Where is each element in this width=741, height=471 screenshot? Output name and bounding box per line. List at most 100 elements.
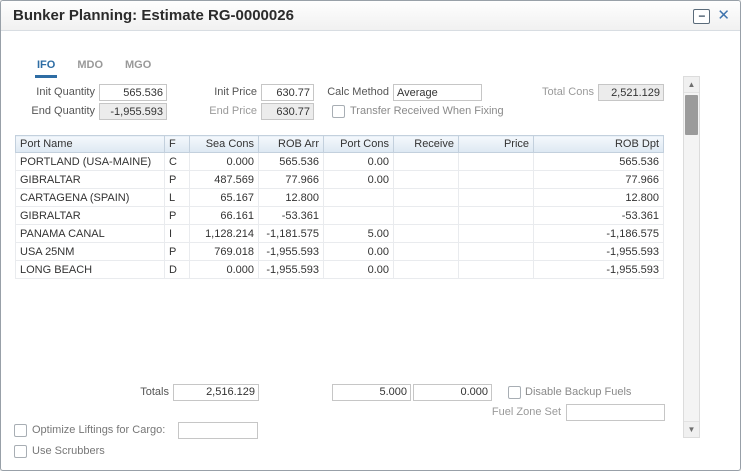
init-quantity-field[interactable] (99, 84, 167, 101)
calc-method-select[interactable] (393, 84, 482, 101)
cell-port-name[interactable]: PORTLAND (USA-MAINE) (16, 153, 165, 171)
cell-rob-dpt[interactable]: -1,955.593 (534, 243, 664, 261)
cell-port-cons[interactable] (324, 189, 394, 207)
table-row[interactable]: LONG BEACHD0.000-1,955.5930.00-1,955.593 (16, 261, 664, 279)
cell-receive[interactable] (394, 243, 459, 261)
cell-rob-arr[interactable]: 565.536 (259, 153, 324, 171)
minimize-button[interactable]: − (693, 9, 710, 24)
cell-sea-cons[interactable]: 65.167 (190, 189, 259, 207)
cell-sea-cons[interactable]: 66.161 (190, 207, 259, 225)
cell-receive[interactable] (394, 171, 459, 189)
tab-mdo[interactable]: MDO (75, 59, 105, 78)
optimize-liftings-label: Optimize Liftings for Cargo: (32, 423, 165, 438)
cell-price[interactable] (459, 189, 534, 207)
fuel-zone-set-field[interactable] (566, 404, 665, 421)
table-row[interactable]: GIBRALTARP66.161-53.361-53.361 (16, 207, 664, 225)
cell-port-cons[interactable]: 0.00 (324, 243, 394, 261)
tab-mgo[interactable]: MGO (123, 59, 153, 78)
scrollbar-track[interactable] (684, 93, 699, 421)
transfer-received-label: Transfer Received When Fixing (350, 104, 504, 119)
totals-receive: 0.000 (413, 384, 492, 401)
cell-rob-dpt[interactable]: -53.361 (534, 207, 664, 225)
disable-backup-fuels-checkbox[interactable] (508, 386, 521, 399)
column-header-sea-cons[interactable]: Sea Cons (190, 136, 259, 153)
cell-f[interactable]: P (165, 207, 190, 225)
table-row[interactable]: USA 25NMP769.018-1,955.5930.00-1,955.593 (16, 243, 664, 261)
cell-sea-cons[interactable]: 487.569 (190, 171, 259, 189)
cell-receive[interactable] (394, 153, 459, 171)
cell-rob-arr[interactable]: -1,955.593 (259, 243, 324, 261)
cell-port-name[interactable]: USA 25NM (16, 243, 165, 261)
cell-receive[interactable] (394, 261, 459, 279)
cell-port-cons[interactable]: 5.00 (324, 225, 394, 243)
cell-port-cons[interactable]: 0.00 (324, 261, 394, 279)
cell-port-cons[interactable] (324, 207, 394, 225)
table-row[interactable]: PORTLAND (USA-MAINE)C0.000565.5360.00565… (16, 153, 664, 171)
cell-rob-arr[interactable]: 77.966 (259, 171, 324, 189)
cell-port-name[interactable]: LONG BEACH (16, 261, 165, 279)
cell-port-name[interactable]: PANAMA CANAL (16, 225, 165, 243)
cell-sea-cons[interactable]: 0.000 (190, 153, 259, 171)
cell-price[interactable] (459, 243, 534, 261)
cell-f[interactable]: P (165, 243, 190, 261)
cell-rob-arr[interactable]: -53.361 (259, 207, 324, 225)
window-title: Bunker Planning: Estimate RG-0000026 (13, 1, 294, 31)
cell-price[interactable] (459, 207, 534, 225)
scrollbar-thumb[interactable] (685, 95, 698, 135)
tab-ifo[interactable]: IFO (35, 59, 57, 78)
cell-f[interactable]: L (165, 189, 190, 207)
cell-receive[interactable] (394, 207, 459, 225)
table-row[interactable]: GIBRALTARP487.56977.9660.0077.966 (16, 171, 664, 189)
optimize-liftings-checkbox[interactable] (14, 424, 27, 437)
column-header-rob-arr[interactable]: ROB Arr (259, 136, 324, 153)
scroll-down-button[interactable]: ▼ (684, 421, 699, 437)
cell-price[interactable] (459, 171, 534, 189)
cell-rob-dpt[interactable]: -1,955.593 (534, 261, 664, 279)
cell-rob-arr[interactable]: 12.800 (259, 189, 324, 207)
cell-port-cons[interactable]: 0.00 (324, 171, 394, 189)
cell-port-name[interactable]: CARTAGENA (SPAIN) (16, 189, 165, 207)
cell-price[interactable] (459, 261, 534, 279)
cell-f[interactable]: P (165, 171, 190, 189)
cell-rob-dpt[interactable]: 12.800 (534, 189, 664, 207)
cell-f[interactable]: D (165, 261, 190, 279)
cell-price[interactable] (459, 153, 534, 171)
totals-label: Totals (97, 384, 169, 401)
column-header-f[interactable]: F (165, 136, 190, 153)
init-price-field[interactable] (261, 84, 314, 101)
table-row[interactable]: PANAMA CANALI1,128.214-1,181.5755.00 -1,1… (16, 225, 664, 243)
cell-rob-arr[interactable]: -1,955.593 (259, 261, 324, 279)
cell-f[interactable]: C (165, 153, 190, 171)
cell-rob-dpt[interactable]: 565.536 (534, 153, 664, 171)
cell-rob-dpt[interactable]: -1,186.575 (534, 225, 664, 243)
cell-port-name[interactable]: GIBRALTAR (16, 171, 165, 189)
scroll-up-button[interactable]: ▲ (684, 77, 699, 93)
grid-header-row: Port NameFSea ConsROB ArrPort ConsReceiv… (16, 136, 664, 153)
column-header-port-name[interactable]: Port Name (16, 136, 165, 153)
vertical-scrollbar[interactable]: ▲ ▼ (683, 76, 700, 438)
cell-sea-cons[interactable]: 1,128.214 (190, 225, 259, 243)
cell-receive[interactable] (394, 189, 459, 207)
cell-port-name[interactable]: GIBRALTAR (16, 207, 165, 225)
transfer-received-checkbox[interactable] (332, 105, 345, 118)
cell-f[interactable]: I (165, 225, 190, 243)
cell-rob-dpt[interactable]: 77.966 (534, 171, 664, 189)
fuel-type-tabs: IFO MDO MGO (35, 59, 153, 78)
optimize-liftings-field[interactable] (178, 422, 258, 439)
bunker-planning-dialog: Bunker Planning: Estimate RG-0000026 − ✕… (0, 0, 741, 471)
cell-sea-cons[interactable]: 769.018 (190, 243, 259, 261)
cell-price[interactable] (459, 225, 534, 243)
title-bar[interactable]: Bunker Planning: Estimate RG-0000026 − ✕ (1, 1, 740, 31)
column-header-receive[interactable]: Receive (394, 136, 459, 153)
cell-sea-cons[interactable]: 0.000 (190, 261, 259, 279)
use-scrubbers-checkbox[interactable] (14, 445, 27, 458)
fuel-zone-set-label: Fuel Zone Set (481, 404, 561, 421)
column-header-port-cons[interactable]: Port Cons (324, 136, 394, 153)
column-header-price[interactable]: Price (459, 136, 534, 153)
cell-receive[interactable] (394, 225, 459, 243)
column-header-rob-dpt[interactable]: ROB Dpt (534, 136, 664, 153)
cell-port-cons[interactable]: 0.00 (324, 153, 394, 171)
close-button[interactable]: ✕ (717, 8, 730, 24)
table-row[interactable]: CARTAGENA (SPAIN)L65.16712.80012.800 (16, 189, 664, 207)
cell-rob-arr[interactable]: -1,181.575 (259, 225, 324, 243)
